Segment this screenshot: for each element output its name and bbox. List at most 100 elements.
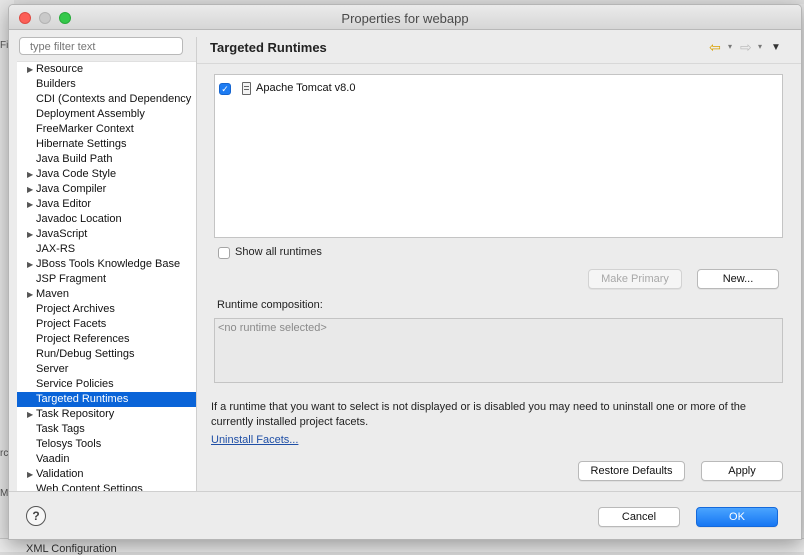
info-message: If a runtime that you want to select is … — [211, 401, 747, 428]
tree-item[interactable]: Deployment Assembly — [17, 107, 196, 122]
expand-arrow-icon[interactable]: ▶ — [27, 257, 33, 272]
tree-item-label: FreeMarker Context — [36, 123, 134, 135]
tree-item-label: CDI (Contexts and Dependency — [36, 93, 192, 105]
server-runtime-icon — [242, 82, 251, 95]
runtime-row[interactable]: ✓ Apache Tomcat v8.0 — [215, 75, 775, 95]
title-bar[interactable]: Properties for webapp — [9, 5, 801, 30]
header-divider — [197, 63, 801, 64]
tree-item-label: JAX-RS — [36, 243, 76, 255]
background-bottom-bar: XML Configuration — [0, 538, 804, 555]
footer-divider — [9, 491, 801, 492]
tree-item-label: Task Repository — [36, 408, 115, 420]
expand-arrow-icon[interactable]: ▶ — [27, 227, 33, 242]
tree-item-label: Java Code Style — [36, 168, 117, 180]
tree-item[interactable]: ▶ JBoss Tools Knowledge Base — [17, 257, 196, 272]
back-dropdown-icon[interactable]: ▾ — [728, 42, 732, 51]
tree-item[interactable]: ▶ Maven — [17, 287, 196, 302]
runtime-composition-box: <no runtime selected> — [214, 318, 783, 383]
runtime-composition-empty: <no runtime selected> — [218, 322, 327, 334]
runtime-list[interactable]: ✓ Apache Tomcat v8.0 — [214, 74, 783, 238]
tree-item[interactable]: ▶ Resource — [17, 62, 196, 77]
ok-button[interactable]: OK — [696, 507, 778, 527]
tree-item[interactable]: ▶ JavaScript — [17, 227, 196, 242]
tree-item[interactable]: Service Policies — [17, 377, 196, 392]
tree-item[interactable]: FreeMarker Context — [17, 122, 196, 137]
tree-item-label: Task Tags — [36, 423, 85, 435]
tree-item-label: Vaadin — [36, 453, 70, 465]
tree-item[interactable]: Server — [17, 362, 196, 377]
filter-input[interactable] — [19, 37, 183, 55]
tree-item-label: Server — [36, 363, 69, 375]
tree-sash[interactable] — [196, 37, 197, 491]
tree-item-label: Java Editor — [36, 198, 92, 210]
tree-item[interactable]: JSP Fragment — [17, 272, 196, 287]
uninstall-facets-link[interactable]: Uninstall Facets... — [211, 434, 298, 446]
tree-item-label: Telosys Tools — [36, 438, 102, 450]
tree-item[interactable]: ▶ Java Code Style — [17, 167, 196, 182]
expand-arrow-icon[interactable]: ▶ — [27, 407, 33, 422]
expand-arrow-icon[interactable]: ▶ — [27, 62, 33, 77]
tree-item-label: JSP Fragment — [36, 273, 107, 285]
tree-item-label: Java Compiler — [36, 183, 107, 195]
back-arrow-icon[interactable]: ⇦ — [709, 39, 721, 56]
tree-item[interactable]: Targeted Runtimes — [17, 392, 196, 407]
tree-item-label: Targeted Runtimes — [36, 393, 129, 405]
tree-item[interactable]: Project References — [17, 332, 196, 347]
restore-defaults-button[interactable]: Restore Defaults — [578, 461, 685, 481]
show-all-runtimes-checkbox[interactable] — [218, 247, 230, 259]
tree-item[interactable]: ▶ Validation — [17, 467, 196, 482]
tree-item[interactable]: Java Build Path — [17, 152, 196, 167]
expand-arrow-icon[interactable]: ▶ — [27, 287, 33, 302]
window-title: Properties for webapp — [341, 11, 469, 26]
tree-item-label: JBoss Tools Knowledge Base — [36, 258, 181, 270]
tree-item[interactable]: Telosys Tools — [17, 437, 196, 452]
tree-item[interactable]: Project Facets — [17, 317, 196, 332]
new-runtime-button[interactable]: New... — [697, 269, 779, 289]
tree-item-label: Deployment Assembly — [36, 108, 145, 120]
tree-item[interactable]: Builders — [17, 77, 196, 92]
tree-item-label: Java Build Path — [36, 153, 113, 165]
tree-item[interactable]: ▶ Java Compiler — [17, 182, 196, 197]
show-all-runtimes-label: Show all runtimes — [235, 246, 322, 258]
tree-item[interactable]: Vaadin — [17, 452, 196, 467]
tree-item[interactable]: ▶ Task Repository — [17, 407, 196, 422]
forward-dropdown-icon[interactable]: ▾ — [758, 42, 762, 51]
cancel-button[interactable]: Cancel — [598, 507, 680, 527]
runtime-label: Apache Tomcat v8.0 — [256, 82, 356, 94]
tree-item[interactable]: CDI (Contexts and Dependency — [17, 92, 196, 107]
page-title: Targeted Runtimes — [210, 40, 327, 55]
tree-item-label: Project Facets — [36, 318, 107, 330]
tree-item-label: Project Archives — [36, 303, 115, 315]
tree-item[interactable]: Project Archives — [17, 302, 196, 317]
background-bottom-text: XML Configuration — [26, 543, 117, 555]
help-icon[interactable]: ? — [26, 506, 46, 526]
properties-dialog: Properties for webapp ▶ResourceBuildersC… — [8, 4, 802, 540]
expand-arrow-icon[interactable]: ▶ — [27, 197, 33, 212]
tree-item-label: Validation — [36, 468, 84, 480]
tree-item-label: Resource — [36, 63, 84, 75]
expand-arrow-icon[interactable]: ▶ — [27, 167, 33, 182]
tree-item[interactable]: JAX-RS — [17, 242, 196, 257]
tree-item-label: JavaScript — [36, 228, 88, 240]
expand-arrow-icon[interactable]: ▶ — [27, 467, 33, 482]
tree-item-label: Maven — [36, 288, 70, 300]
make-primary-button[interactable]: Make Primary — [588, 269, 682, 289]
tree-item-label: Project References — [36, 333, 130, 345]
tree-item[interactable]: Hibernate Settings — [17, 137, 196, 152]
tree-item[interactable]: Task Tags — [17, 422, 196, 437]
view-menu-icon[interactable]: ▼ — [771, 42, 781, 53]
expand-arrow-icon[interactable]: ▶ — [27, 182, 33, 197]
property-page-tree[interactable]: ▶ Resource Builders CDI (Contexts and Depen… — [17, 61, 196, 492]
runtime-composition-label: Runtime composition: — [217, 299, 323, 311]
apply-button[interactable]: Apply — [701, 461, 783, 481]
tree-item[interactable]: Run/Debug Settings — [17, 347, 196, 362]
tree-item-label: Hibernate Settings — [36, 138, 127, 150]
tree-item-label: Builders — [36, 78, 76, 90]
tree-item-label: Service Policies — [36, 378, 114, 390]
tree-item[interactable]: Javadoc Location — [17, 212, 196, 227]
tree-item[interactable]: ▶ Java Editor — [17, 197, 196, 212]
forward-arrow-icon[interactable]: ⇨ — [740, 39, 752, 56]
tree-item-label: Javadoc Location — [36, 213, 122, 225]
tree-item-label: Run/Debug Settings — [36, 348, 135, 360]
runtime-checkbox[interactable]: ✓ — [219, 83, 231, 95]
